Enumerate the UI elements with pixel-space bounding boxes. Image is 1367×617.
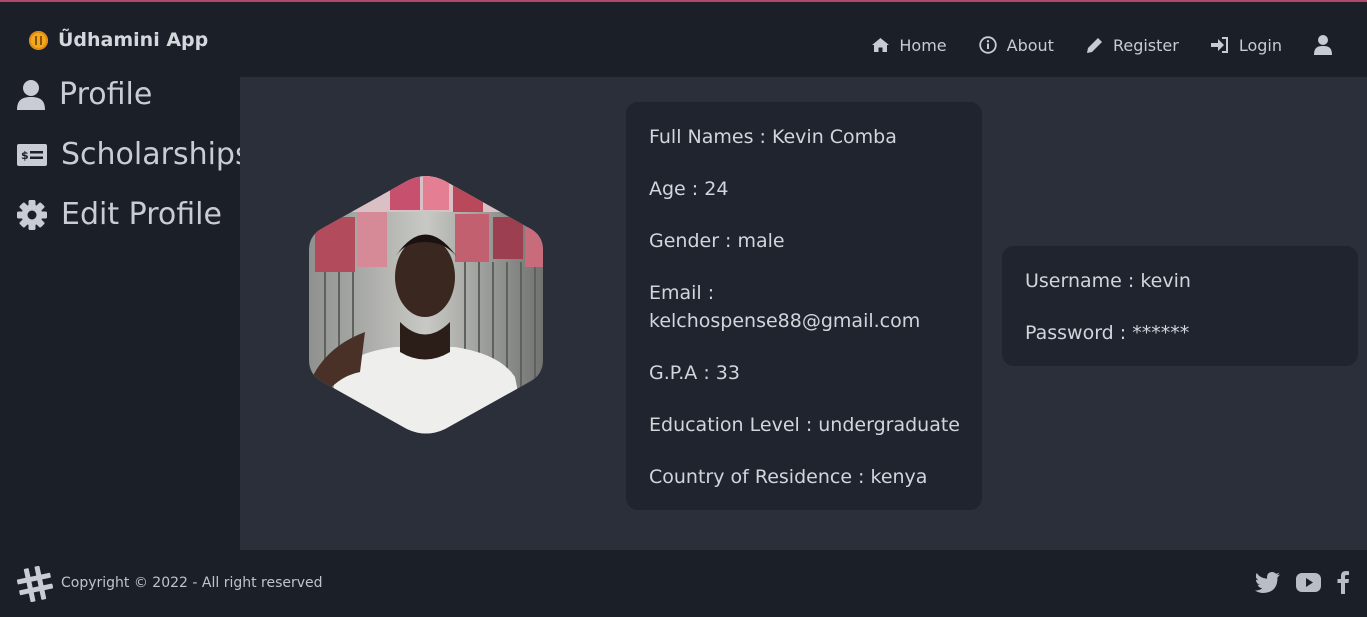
age-field: Age : 24 [649,178,729,200]
full-names-field: Full Names : Kevin Comba [649,126,897,148]
password-field: Password : ****** [1025,322,1190,344]
gpa-field: G.P.A : 33 [649,362,740,384]
footer: Copyright © 2022 - All right reserved [0,550,1367,617]
footer-logo [16,565,54,606]
education-level-field: Education Level : undergraduate [649,414,960,436]
facebook-icon [1337,571,1349,594]
sidebar-item-label: Scholarships [61,137,251,172]
profile-info-card: Full Names : Kevin Comba Age : 24 Gender… [626,102,982,510]
svg-text:$: $ [21,149,29,162]
nav-register-label: Register [1112,35,1179,55]
nav-about[interactable]: About [978,35,1054,55]
youtube-link[interactable] [1296,572,1321,592]
sidebar: Profile $ Scholarships Edit Profile [0,77,251,550]
profile-photo [309,176,543,434]
nav-about-label: About [1006,35,1054,55]
brand[interactable]: Ũdhamini App [29,28,208,52]
nav-login-label: Login [1238,35,1282,55]
nav-home[interactable]: Home [872,35,947,55]
gear-icon [17,199,47,230]
nav-links: Home About Register Login [872,32,1367,58]
money-bill-icon: $ [17,143,47,166]
twitter-link[interactable] [1255,571,1280,593]
sidebar-item-profile[interactable]: Profile [17,77,152,112]
email-label: Email : [649,282,715,304]
main-content: Full Names : Kevin Comba Age : 24 Gender… [240,77,1367,550]
hashtag-icon [16,565,54,603]
login-icon [1210,37,1228,53]
sidebar-item-edit-profile[interactable]: Edit Profile [17,197,222,232]
social-links [1255,570,1349,594]
coin-icon [29,30,48,50]
copyright-text: Copyright © 2022 - All right reserved [61,575,323,591]
gender-field: Gender : male [649,230,785,252]
navbar: Ũdhamini App Home About Register Login [0,2,1367,77]
nav-home-label: Home [899,35,947,55]
youtube-icon [1296,572,1321,592]
user-icon [17,79,45,110]
username-field: Username : kevin [1025,270,1191,292]
credentials-card: Username : kevin Password : ****** [1002,246,1358,366]
country-field: Country of Residence : kenya [649,466,928,488]
info-icon [978,36,997,54]
facebook-link[interactable] [1337,570,1349,594]
nav-register[interactable]: Register [1086,36,1179,55]
nav-login[interactable]: Login [1210,35,1282,55]
user-menu-button[interactable] [1314,35,1332,55]
sidebar-item-label: Profile [59,77,153,112]
brand-name: Ũdhamini App [58,29,209,51]
pencil-icon [1086,37,1102,53]
twitter-icon [1255,571,1280,593]
sidebar-item-scholarships[interactable]: $ Scholarships [17,137,251,172]
home-icon [872,38,890,52]
user-icon [1314,35,1332,55]
sidebar-item-label: Edit Profile [61,197,222,232]
email-value: kelchospense88@gmail.com [649,310,921,332]
